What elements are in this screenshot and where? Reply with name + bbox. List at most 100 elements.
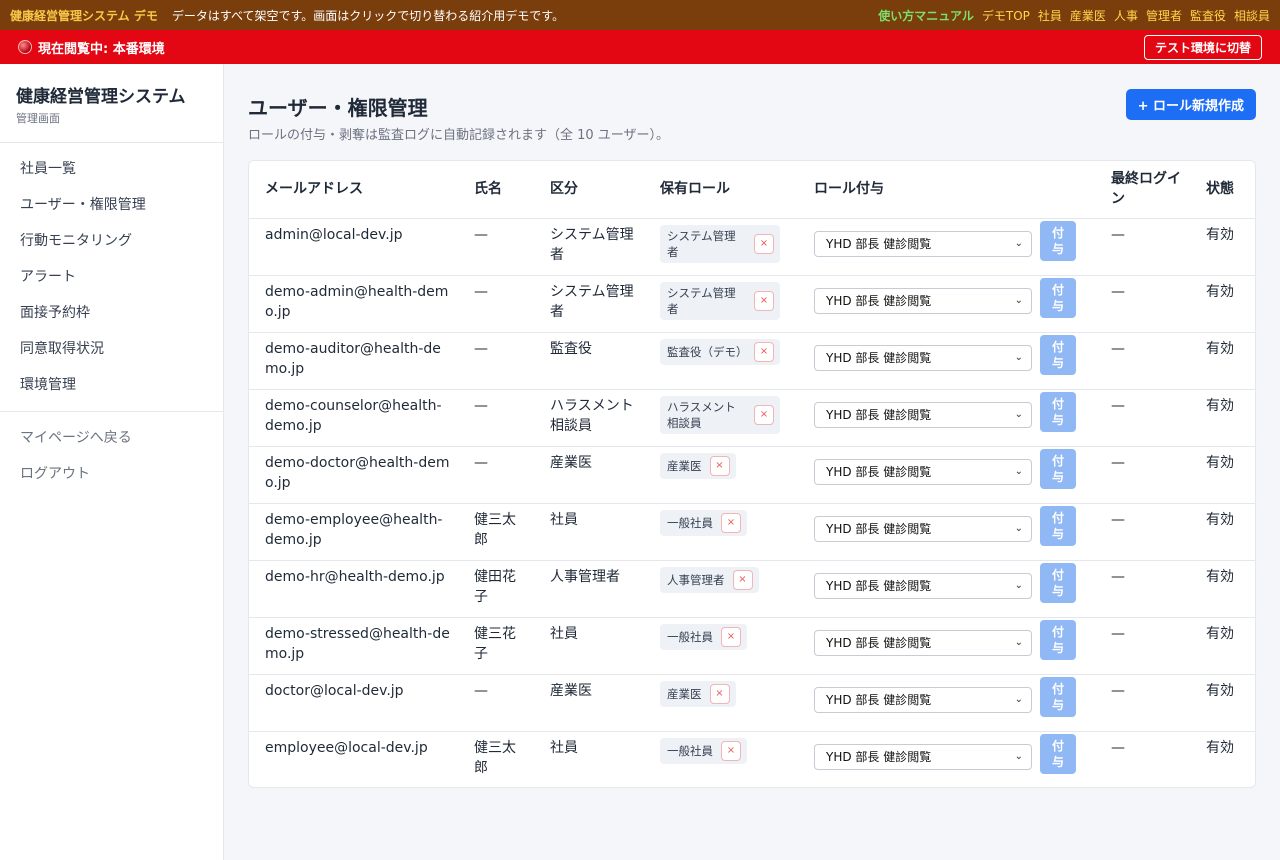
user-kubun: 社員 [534, 503, 654, 561]
user-state: 有効 [1200, 503, 1255, 561]
user-kubun: 産業医 [534, 446, 654, 504]
demo-link-counselor[interactable]: 相談員 [1234, 7, 1270, 24]
sidebar-item-logout[interactable]: ログアウト [0, 456, 223, 492]
remove-role-button[interactable]: × [709, 683, 730, 704]
role-chip: 監査役（デモ） × [660, 338, 780, 365]
grant-role-button[interactable]: 付与 [1040, 448, 1076, 489]
role-select[interactable]: YHD 部長 健診閲覧 ⌄ [814, 230, 1032, 257]
create-role-button[interactable]: + ロール新規作成 [1125, 89, 1256, 120]
role-select-value: YHD 部長 健診閲覧 [826, 407, 932, 422]
role-select[interactable]: YHD 部長 健診閲覧 ⌄ [814, 743, 1032, 770]
role-chip-label: 産業医 [667, 686, 702, 701]
grant-role-button-label: 付与 [1051, 282, 1064, 313]
remove-role-button[interactable]: × [721, 626, 741, 647]
role-select[interactable]: YHD 部長 健診閲覧 ⌄ [814, 287, 1032, 314]
sidebar: 健康経営管理システム 管理画面 社員一覧 ユーザー・権限管理 行動モニタリング … [0, 64, 224, 860]
sidebar-item-consent-status[interactable]: 同意取得状況 [0, 331, 223, 367]
role-select[interactable]: YHD 部長 健診閲覧 ⌄ [814, 458, 1032, 485]
user-name: 健三太郎 [458, 503, 534, 561]
remove-role-button[interactable]: × [721, 512, 741, 533]
user-last-login: — [1108, 332, 1200, 390]
grant-role-cell: YHD 部長 健診閲覧 ⌄ 付与 [814, 560, 1108, 618]
remove-role-button[interactable]: × [754, 341, 774, 362]
grant-role-button-label: 付与 [1051, 339, 1064, 370]
remove-role-button[interactable]: × [754, 290, 774, 311]
user-email: employee@local-dev.jp [265, 739, 428, 756]
grant-role-button[interactable]: 付与 [1040, 733, 1076, 774]
role-chip: 産業医 × [660, 680, 736, 707]
grant-role-button[interactable]: 付与 [1040, 505, 1076, 546]
switch-environment-button[interactable]: テスト環境に切替 [1143, 34, 1262, 60]
sidebar-footer: マイページへ戻る ログアウト [0, 412, 223, 500]
role-select[interactable]: YHD 部長 健診閲覧 ⌄ [814, 629, 1032, 656]
table-row: admin@local-dev.jp — システム管理者 システム管理者 × Y… [249, 218, 1255, 276]
user-last-login: — [1108, 617, 1200, 675]
grant-role-cell: YHD 部長 健診閲覧 ⌄ 付与 [814, 617, 1108, 675]
environment-dot-icon [18, 40, 32, 54]
chevron-down-icon: ⌄ [1014, 465, 1023, 477]
remove-role-button[interactable]: × [721, 740, 741, 761]
grant-role-button[interactable]: 付与 [1040, 619, 1076, 660]
role-chip-label: 一般社員 [667, 515, 713, 530]
role-select[interactable]: YHD 部長 健診閲覧 ⌄ [814, 401, 1032, 428]
role-select[interactable]: YHD 部長 健診閲覧 ⌄ [814, 572, 1032, 599]
sidebar-header: 健康経営管理システム 管理画面 [0, 64, 223, 143]
sidebar-subtitle: 管理画面 [16, 112, 60, 125]
demo-link-employee[interactable]: 社員 [1038, 7, 1062, 24]
demo-link-admin[interactable]: 管理者 [1146, 7, 1182, 24]
remove-role-button[interactable]: × [732, 569, 753, 590]
demo-link-manual[interactable]: 使い方マニュアル [878, 7, 974, 24]
demo-link-auditor[interactable]: 監査役 [1190, 7, 1226, 24]
user-email: demo-counselor@health-demo.jp [249, 389, 458, 447]
role-select[interactable]: YHD 部長 健診閲覧 ⌄ [814, 686, 1032, 713]
role-select[interactable]: YHD 部長 健診閲覧 ⌄ [814, 344, 1032, 371]
user-name: — [458, 218, 534, 276]
demo-note: データはすべて架空です。画面はクリックで切り替わる紹介用デモです。 [171, 8, 565, 23]
user-last-login: — [1108, 446, 1200, 504]
column-header-state: 状態 [1200, 161, 1255, 219]
grant-role-cell: YHD 部長 健診閲覧 ⌄ 付与 [814, 389, 1108, 447]
grant-role-button-label: 付与 [1051, 738, 1064, 769]
grant-role-button[interactable]: 付与 [1040, 220, 1076, 261]
column-header-grant: ロール付与 [814, 161, 1108, 219]
remove-role-button[interactable]: × [709, 455, 730, 476]
user-state: 有効 [1200, 560, 1255, 618]
user-state: 有効 [1200, 218, 1255, 276]
user-kubun: ハラスメント相談員 [534, 389, 654, 447]
sidebar-item-interview-slots[interactable]: 面接予約枠 [0, 295, 223, 331]
sidebar-item-users-permissions[interactable]: ユーザー・権限管理 [0, 187, 223, 223]
sidebar-item-employees[interactable]: 社員一覧 [0, 151, 223, 187]
grant-role-button[interactable]: 付与 [1040, 334, 1076, 375]
sidebar-title: 健康経営管理システム [16, 87, 186, 107]
user-last-login: — [1108, 560, 1200, 618]
users-table: メールアドレス 氏名 区分 保有ロール ロール付与 最終ログイン 状態 admi… [249, 161, 1255, 787]
demo-link-doctor[interactable]: 産業医 [1070, 7, 1106, 24]
grant-role-button[interactable]: 付与 [1040, 562, 1076, 603]
sidebar-item-monitoring[interactable]: 行動モニタリング [0, 223, 223, 259]
sidebar-item-alerts[interactable]: アラート [0, 259, 223, 295]
chevron-down-icon: ⌄ [1014, 522, 1023, 534]
remove-role-button[interactable]: × [754, 233, 774, 254]
column-header-last-login: 最終ログイン [1108, 161, 1200, 219]
role-select-value: YHD 部長 健診閲覧 [826, 635, 932, 650]
user-kubun: 産業医 [534, 674, 654, 732]
grant-role-cell: YHD 部長 健診閲覧 ⌄ 付与 [814, 446, 1108, 504]
role-chip: システム管理者 × [660, 281, 780, 320]
role-chip: 産業医 × [660, 452, 736, 479]
demo-link-hr[interactable]: 人事 [1114, 7, 1138, 24]
environment-label: 現在閲覧中: 本番環境 [38, 41, 165, 57]
role-select[interactable]: YHD 部長 健診閲覧 ⌄ [814, 515, 1032, 542]
sidebar-item-mypage[interactable]: マイページへ戻る [0, 420, 223, 456]
grant-role-button[interactable]: 付与 [1040, 676, 1076, 717]
grant-role-button[interactable]: 付与 [1040, 391, 1076, 432]
grant-role-button[interactable]: 付与 [1040, 277, 1076, 318]
remove-role-button[interactable]: × [754, 404, 774, 425]
sidebar-item-environment[interactable]: 環境管理 [0, 367, 223, 403]
role-select-value: YHD 部長 健診閲覧 [826, 578, 932, 593]
grant-role-cell: YHD 部長 健診閲覧 ⌄ 付与 [814, 332, 1108, 390]
grant-role-button-label: 付与 [1051, 567, 1064, 598]
user-state: 有効 [1200, 446, 1255, 504]
role-chip: 人事管理者 × [660, 566, 759, 593]
demo-link-top[interactable]: デモTOP [982, 7, 1030, 24]
user-roles-cell: ハラスメント相談員 × [654, 389, 814, 447]
